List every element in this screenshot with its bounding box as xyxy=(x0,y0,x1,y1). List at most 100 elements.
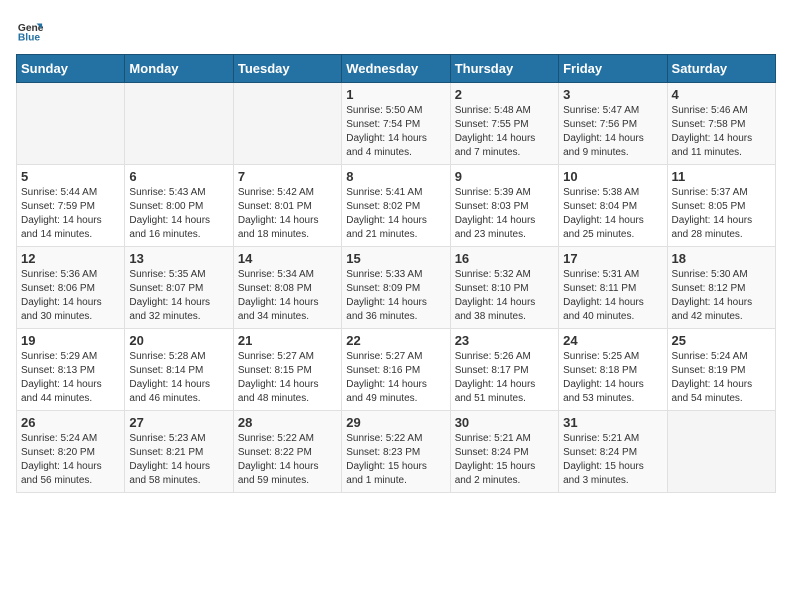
day-number: 29 xyxy=(346,415,445,430)
day-info: Sunrise: 5:27 AM xyxy=(238,350,337,364)
day-number: 31 xyxy=(563,415,662,430)
day-info: Daylight: 14 hours and 32 minutes. xyxy=(129,296,228,324)
day-info: Sunset: 8:04 PM xyxy=(563,200,662,214)
day-number: 23 xyxy=(455,333,554,348)
day-info: Sunrise: 5:32 AM xyxy=(455,268,554,282)
day-info: Sunrise: 5:31 AM xyxy=(563,268,662,282)
day-info: Daylight: 14 hours and 46 minutes. xyxy=(129,378,228,406)
day-info: Sunset: 8:18 PM xyxy=(563,364,662,378)
day-of-week-header: Thursday xyxy=(450,55,558,83)
day-info: Daylight: 14 hours and 59 minutes. xyxy=(238,460,337,488)
day-number: 21 xyxy=(238,333,337,348)
day-number: 24 xyxy=(563,333,662,348)
calendar-cell: 5Sunrise: 5:44 AMSunset: 7:59 PMDaylight… xyxy=(17,165,125,247)
day-info: Daylight: 14 hours and 48 minutes. xyxy=(238,378,337,406)
day-info: Sunset: 8:16 PM xyxy=(346,364,445,378)
calendar-cell: 2 Sunrise: 5:48 AMSunset: 7:55 PMDaylight… xyxy=(450,83,558,165)
day-of-week-header: Friday xyxy=(559,55,667,83)
day-info: Sunrise: 5:34 AM xyxy=(238,268,337,282)
day-info: Sunrise: 5:37 AM xyxy=(672,186,771,200)
logo: General Blue xyxy=(16,16,48,44)
day-info: Sunset: 8:11 PM xyxy=(563,282,662,296)
day-info: Sunset: 8:07 PM xyxy=(129,282,228,296)
day-info: Sunrise: 5:46 AM xyxy=(672,104,771,118)
calendar-cell xyxy=(667,411,775,493)
day-number: 13 xyxy=(129,251,228,266)
day-info: Sunset: 8:20 PM xyxy=(21,446,120,460)
day-number: 15 xyxy=(346,251,445,266)
day-info: Sunset: 8:09 PM xyxy=(346,282,445,296)
day-number: 9 xyxy=(455,169,554,184)
calendar-cell xyxy=(125,83,233,165)
day-info: Daylight: 14 hours and 44 minutes. xyxy=(21,378,120,406)
day-info: Sunset: 8:19 PM xyxy=(672,364,771,378)
day-info: Sunrise: 5:24 AM xyxy=(672,350,771,364)
day-number: 1 xyxy=(346,87,445,102)
day-info: Sunrise: 5:39 AM xyxy=(455,186,554,200)
day-of-week-header: Tuesday xyxy=(233,55,341,83)
day-info: Sunset: 8:12 PM xyxy=(672,282,771,296)
day-info: Sunrise: 5:43 AM xyxy=(129,186,228,200)
calendar-cell xyxy=(233,83,341,165)
calendar-cell: 13Sunrise: 5:35 AMSunset: 8:07 PMDayligh… xyxy=(125,247,233,329)
day-info: Sunrise: 5:48 AM xyxy=(455,104,554,118)
calendar-cell: 20Sunrise: 5:28 AMSunset: 8:14 PMDayligh… xyxy=(125,329,233,411)
day-info: Sunset: 8:08 PM xyxy=(238,282,337,296)
day-info: Sunrise: 5:30 AM xyxy=(672,268,771,282)
day-info: Daylight: 14 hours and 16 minutes. xyxy=(129,214,228,242)
day-of-week-header: Wednesday xyxy=(342,55,450,83)
calendar-cell: 25 Sunrise: 5:24 AMSunset: 8:19 PMDayligh… xyxy=(667,329,775,411)
day-info: Sunrise: 5:22 AM xyxy=(346,432,445,446)
day-number: 7 xyxy=(238,169,337,184)
calendar-cell: 28 Sunrise: 5:22 AMSunset: 8:22 PMDayligh… xyxy=(233,411,341,493)
day-info: Sunset: 8:02 PM xyxy=(346,200,445,214)
day-info: Daylight: 14 hours and 28 minutes. xyxy=(672,214,771,242)
day-info: Sunrise: 5:26 AM xyxy=(455,350,554,364)
day-info: Daylight: 15 hours and 3 minutes. xyxy=(563,460,662,488)
calendar-week-row: 1Sunrise: 5:50 AMSunset: 7:54 PMDaylight… xyxy=(17,83,776,165)
day-number: 14 xyxy=(238,251,337,266)
day-info: Daylight: 14 hours and 7 minutes. xyxy=(455,132,554,160)
logo-icon: General Blue xyxy=(16,16,44,44)
day-info: Daylight: 14 hours and 4 minutes. xyxy=(346,132,445,160)
day-info: Sunset: 7:55 PM xyxy=(455,118,554,132)
day-info: Sunrise: 5:21 AM xyxy=(563,432,662,446)
day-number: 28 xyxy=(238,415,337,430)
day-info: Daylight: 14 hours and 36 minutes. xyxy=(346,296,445,324)
day-number: 5 xyxy=(21,169,120,184)
day-info: Daylight: 14 hours and 56 minutes. xyxy=(21,460,120,488)
calendar-cell: 10Sunrise: 5:38 AMSunset: 8:04 PMDayligh… xyxy=(559,165,667,247)
day-info: Daylight: 14 hours and 54 minutes. xyxy=(672,378,771,406)
calendar-cell: 8Sunrise: 5:41 AMSunset: 8:02 PMDaylight… xyxy=(342,165,450,247)
day-of-week-header: Sunday xyxy=(17,55,125,83)
day-info: Sunset: 8:00 PM xyxy=(129,200,228,214)
calendar-cell: 16Sunrise: 5:32 AMSunset: 8:10 PMDayligh… xyxy=(450,247,558,329)
day-number: 16 xyxy=(455,251,554,266)
day-number: 18 xyxy=(672,251,771,266)
page-header: General Blue xyxy=(16,16,776,44)
day-info: Sunrise: 5:24 AM xyxy=(21,432,120,446)
day-info: Sunset: 8:17 PM xyxy=(455,364,554,378)
day-number: 3 xyxy=(563,87,662,102)
day-info: Sunrise: 5:33 AM xyxy=(346,268,445,282)
day-info: Sunrise: 5:41 AM xyxy=(346,186,445,200)
calendar-cell: 9Sunrise: 5:39 AMSunset: 8:03 PMDaylight… xyxy=(450,165,558,247)
calendar-cell: 1Sunrise: 5:50 AMSunset: 7:54 PMDaylight… xyxy=(342,83,450,165)
day-number: 11 xyxy=(672,169,771,184)
day-info: Sunset: 8:01 PM xyxy=(238,200,337,214)
day-of-week-header: Monday xyxy=(125,55,233,83)
calendar-cell: 15 Sunrise: 5:33 AMSunset: 8:09 PMDayligh… xyxy=(342,247,450,329)
day-info: Daylight: 15 hours and 2 minutes. xyxy=(455,460,554,488)
day-number: 25 xyxy=(672,333,771,348)
day-info: Sunset: 8:22 PM xyxy=(238,446,337,460)
calendar-cell: 24Sunrise: 5:25 AMSunset: 8:18 PMDayligh… xyxy=(559,329,667,411)
calendar-week-row: 12Sunrise: 5:36 AMSunset: 8:06 PMDayligh… xyxy=(17,247,776,329)
day-number: 2 xyxy=(455,87,554,102)
day-info: Daylight: 14 hours and 30 minutes. xyxy=(21,296,120,324)
calendar-cell: 29Sunrise: 5:22 AMSunset: 8:23 PMDayligh… xyxy=(342,411,450,493)
day-number: 4 xyxy=(672,87,771,102)
day-number: 12 xyxy=(21,251,120,266)
day-info: Sunrise: 5:22 AM xyxy=(238,432,337,446)
day-number: 20 xyxy=(129,333,228,348)
day-number: 26 xyxy=(21,415,120,430)
